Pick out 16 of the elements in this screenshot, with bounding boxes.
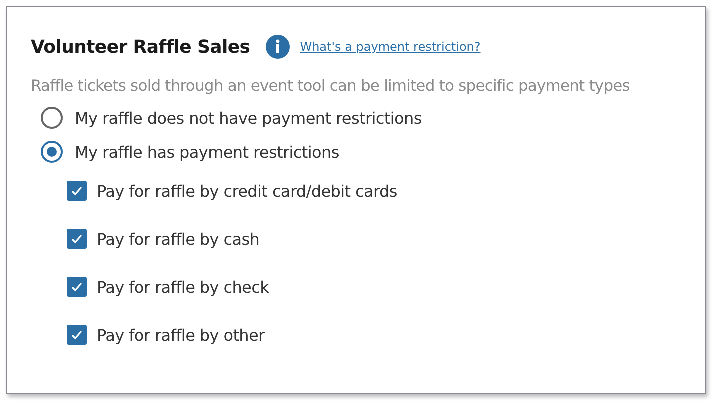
radio-label: My raffle does not have payment restrictions	[75, 108, 422, 128]
description-text: Raffle tickets sold through an event tool can be limited to specific payment types	[31, 77, 631, 95]
checkbox[interactable]	[67, 277, 87, 297]
checkbox-label: Pay for raffle by cash	[97, 230, 260, 248]
checkbox[interactable]	[67, 229, 87, 249]
checkbox[interactable]	[67, 325, 87, 345]
radio-button[interactable]	[41, 107, 63, 129]
checkbox-label: Pay for raffle by check	[97, 278, 270, 296]
info-icon	[266, 35, 290, 59]
radio-label: My raffle has payment restrictions	[75, 142, 340, 162]
checkbox-label: Pay for raffle by other	[97, 326, 265, 344]
checkbox[interactable]	[67, 181, 87, 201]
checkbox-label: Pay for raffle by credit card/debit cards	[97, 182, 398, 200]
section-title: Volunteer Raffle Sales	[31, 36, 250, 58]
radio-button[interactable]	[41, 141, 63, 163]
help-link[interactable]: What's a payment restriction?	[300, 40, 481, 54]
